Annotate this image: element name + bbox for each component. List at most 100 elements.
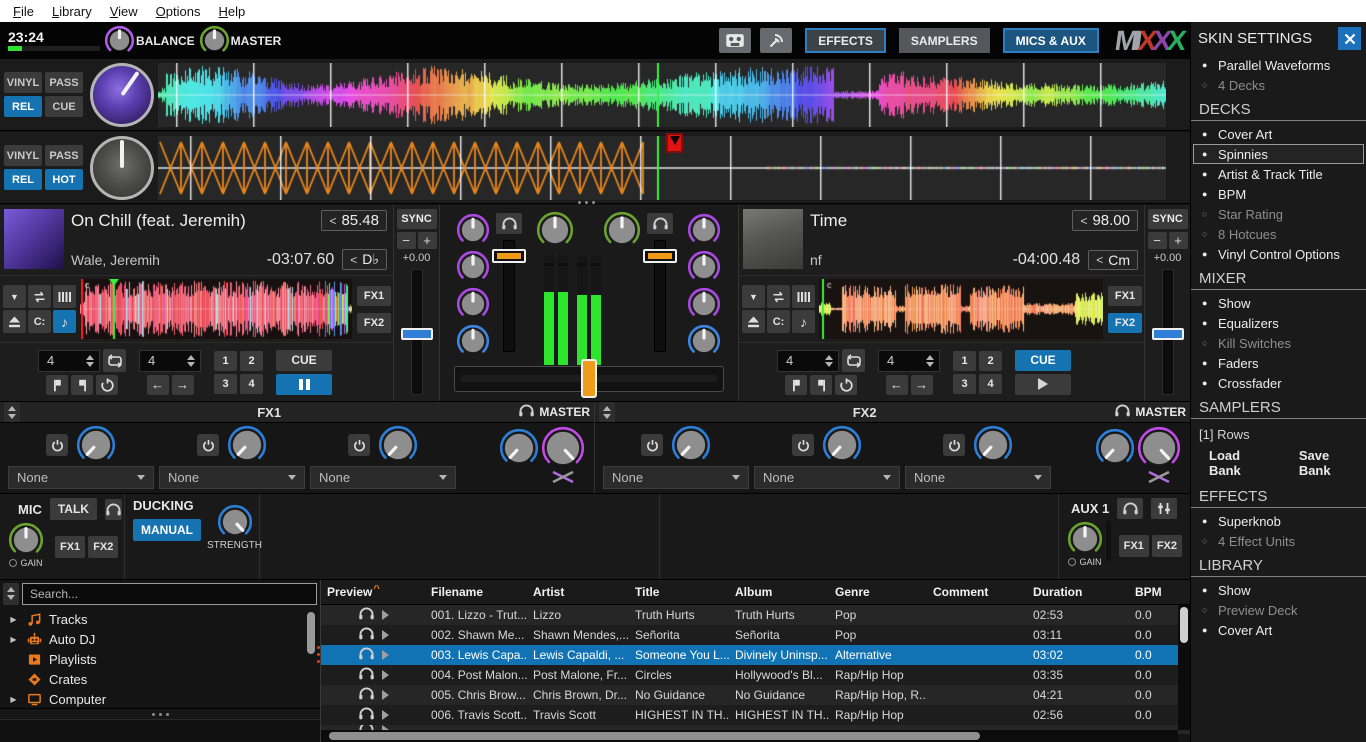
fx1-mix-knob[interactable] xyxy=(499,428,539,468)
deck1-eject-icon[interactable] xyxy=(3,310,26,333)
fx2-slot2-meta-knob[interactable] xyxy=(822,425,862,465)
deck2-pitch-slider[interactable] xyxy=(1145,269,1190,395)
close-icon[interactable] xyxy=(1338,27,1361,50)
aux-fx2-button[interactable]: FX2 xyxy=(1152,535,1182,557)
deck2-loop-in-icon[interactable] xyxy=(785,375,807,395)
aux-gain-knob[interactable] xyxy=(1067,521,1103,557)
skin-option-artist-track-title[interactable]: ●Artist & Track Title xyxy=(1193,164,1364,184)
ducking-manual-button[interactable]: MANUAL xyxy=(133,519,201,541)
fx2-slot2-effect-selector[interactable]: None xyxy=(754,466,900,489)
samplers-toggle-button[interactable]: SAMPLERS xyxy=(899,28,990,53)
fx1-slot3-power-button[interactable] xyxy=(348,434,370,456)
deck2-repeat-icon[interactable] xyxy=(767,285,790,308)
library-spinner[interactable] xyxy=(3,583,19,605)
mic-fx2-button[interactable]: FX2 xyxy=(88,536,118,558)
deck1-cover-art[interactable] xyxy=(4,209,64,269)
column-header-title[interactable]: Title xyxy=(629,585,729,599)
deck2-gain-knob[interactable] xyxy=(687,213,721,247)
table-row[interactable]: 001. Lizzo - Trut...LizzoTruth HurtsTrut… xyxy=(321,605,1190,625)
sidebar-item-crates[interactable]: Crates xyxy=(0,669,320,689)
skin-option-4-decks[interactable]: ○4 Decks xyxy=(1193,75,1364,95)
fx1-slot3-meta-knob[interactable] xyxy=(378,425,418,465)
skin-option-preview-deck[interactable]: ○Preview Deck xyxy=(1193,600,1364,620)
column-header-filename[interactable]: Filename xyxy=(425,585,527,599)
deck1-fx2-assign-button[interactable]: FX2 xyxy=(357,313,391,333)
deck1-loop-toggle-icon[interactable] xyxy=(103,349,126,372)
deck1-loop-in-icon[interactable] xyxy=(46,375,68,395)
deck2-beatjump-back-icon[interactable]: ← xyxy=(886,375,908,395)
deck2-loop-out-icon[interactable] xyxy=(810,375,832,395)
table-row[interactable]: 006. Travis Scott...Travis ScottHIGHEST … xyxy=(321,705,1190,725)
fx1-expand-spinner[interactable] xyxy=(4,402,20,422)
deck1-track-title[interactable]: On Chill (feat. Jeremih) xyxy=(71,211,313,231)
deck2-volume-fader[interactable] xyxy=(654,240,666,352)
deck2-bpm-display[interactable]: <98.00 xyxy=(1072,210,1138,231)
menu-item-view[interactable]: View xyxy=(101,4,147,19)
fx2-slot3-effect-selector[interactable]: None xyxy=(905,466,1051,489)
table-row[interactable]: 003. Lewis Capa...Lewis Capaldi, ...Some… xyxy=(321,645,1190,665)
fx1-slot2-meta-knob[interactable] xyxy=(227,425,267,465)
menu-item-help[interactable]: Help xyxy=(210,4,255,19)
deck2-play-button[interactable] xyxy=(1015,374,1071,395)
deck1-eq-high-knob[interactable] xyxy=(456,250,490,284)
deck2-waveform[interactable] xyxy=(158,136,1166,200)
deck1-rate-up-button[interactable]: + xyxy=(418,232,437,249)
deck1-fx1-assign-button[interactable]: FX1 xyxy=(357,286,391,306)
deck1-overview-waveform[interactable] xyxy=(80,279,352,339)
preview-play-icon[interactable] xyxy=(382,650,389,660)
effects-toggle-button[interactable]: EFFECTS xyxy=(805,28,886,53)
fx1-master-label[interactable]: MASTER xyxy=(539,405,590,419)
deck1-pfl-headphone-icon[interactable] xyxy=(496,213,522,234)
skin-option-vinyl-control-options[interactable]: ●Vinyl Control Options xyxy=(1193,244,1364,264)
deck2-hotcue-2-button[interactable]: 2 xyxy=(979,351,1002,371)
deck2-cue-button[interactable]: CUE xyxy=(1015,350,1071,371)
deck2-beatgrid-icon[interactable] xyxy=(792,285,815,308)
deck2-rel-button[interactable]: REL xyxy=(4,169,42,190)
table-horizontal-scrollbar[interactable] xyxy=(321,730,1178,742)
deck1-sync-button[interactable]: SYNC xyxy=(397,209,437,229)
skin-option-faders[interactable]: ●Faders xyxy=(1193,353,1364,373)
column-header-genre[interactable]: Genre xyxy=(829,585,927,599)
deck1-beatjump-size-spinbox[interactable]: 4 xyxy=(139,350,201,372)
deck2-volume-knob[interactable] xyxy=(603,211,641,249)
sidebar-item-playlists[interactable]: Playlists xyxy=(0,649,320,669)
deck1-volume-knob[interactable] xyxy=(536,211,574,249)
skin-option-bpm[interactable]: ●BPM xyxy=(1193,184,1364,204)
deck1-key-display[interactable]: <D♭ xyxy=(342,249,387,270)
fx1-slot2-power-button[interactable] xyxy=(197,434,219,456)
mic-gain-knob[interactable] xyxy=(8,522,44,558)
column-header-duration[interactable]: Duration xyxy=(1027,585,1129,599)
deck1-rate-down-button[interactable]: − xyxy=(397,232,416,249)
column-header-preview[interactable]: Preview^ xyxy=(321,585,425,599)
deck2-rate-down-button[interactable]: − xyxy=(1148,232,1167,249)
preview-play-icon[interactable] xyxy=(382,630,389,640)
skin-option-parallel-waveforms[interactable]: ●Parallel Waveforms xyxy=(1193,55,1364,75)
menu-item-file[interactable]: File xyxy=(4,4,43,19)
table-row[interactable]: 004. Post Malon...Post Malone, Fr...Circ… xyxy=(321,665,1190,685)
preview-play-icon[interactable] xyxy=(382,610,389,620)
deck1-quantize-icon[interactable]: C: xyxy=(28,310,51,333)
deck1-hotcue-2-button[interactable]: 2 xyxy=(240,351,263,371)
table-vertical-scrollbar[interactable] xyxy=(1178,605,1190,730)
skin-option-cover-art[interactable]: ●Cover Art xyxy=(1193,620,1364,640)
deck1-beatjump-back-icon[interactable]: ← xyxy=(147,375,169,395)
deck1-hotcue-1-button[interactable]: 1 xyxy=(214,351,237,371)
deck1-bpm-display[interactable]: <85.48 xyxy=(321,210,387,231)
preview-headphone-icon[interactable] xyxy=(358,687,375,703)
deck2-hotcue-4-button[interactable]: 4 xyxy=(979,374,1002,394)
deck2-spinny[interactable] xyxy=(90,136,154,200)
deck1-volume-fader[interactable] xyxy=(503,240,515,352)
deck2-key-display[interactable]: <Cm xyxy=(1088,250,1138,270)
tree-scrollbar[interactable] xyxy=(307,612,315,654)
deck2-reloop-icon[interactable] xyxy=(835,375,857,395)
deck2-loop-size-spinbox[interactable]: 4 xyxy=(777,350,839,372)
preview-headphone-icon[interactable] xyxy=(358,647,375,663)
table-row[interactable]: 002. Shawn Me...Shawn Mendes,...Señorita… xyxy=(321,625,1190,645)
skin-option-star-rating[interactable]: ○Star Rating xyxy=(1193,204,1364,224)
load-bank-button[interactable]: Load Bank xyxy=(1209,448,1269,478)
deck2-quantize-icon[interactable]: C: xyxy=(767,310,790,333)
library-vertical-grip[interactable] xyxy=(317,646,320,663)
splitter-grip[interactable] xyxy=(578,201,595,204)
deck1-loop-out-icon[interactable] xyxy=(71,375,93,395)
deck2-fx2-assign-button[interactable]: FX2 xyxy=(1108,313,1142,333)
